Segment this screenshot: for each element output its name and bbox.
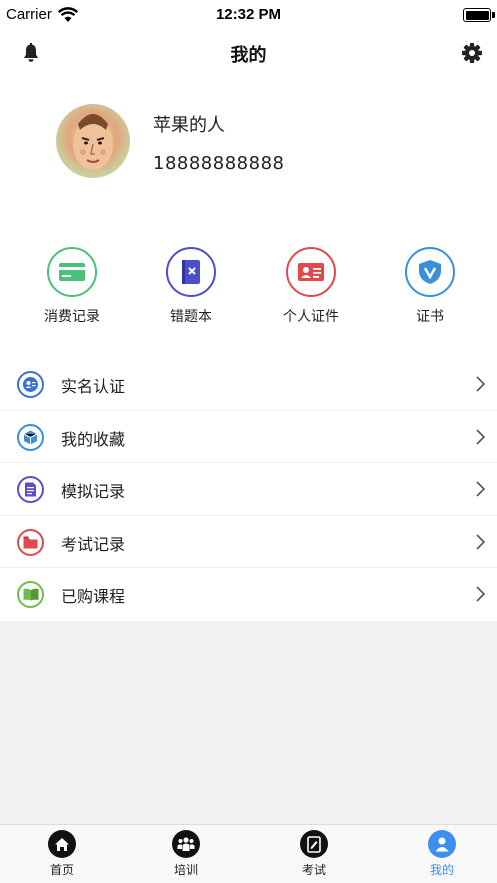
wrong-notebook-icon [166,247,216,297]
status-bar: Carrier 12:32 PM [0,0,497,30]
tab-label: 首页 [49,863,74,877]
battery-icon [463,8,491,22]
quick-action-wrong-book[interactable]: 错题本 [136,247,246,326]
tab-exam[interactable]: 考试 [252,830,376,878]
folder-icon [17,528,44,556]
menu-item-purchased-courses[interactable]: 已购课程 [0,568,497,621]
menu-item-label: 考试记录 [61,534,126,554]
quick-action-label: 个人证件 [283,309,339,325]
menu-item-favorites[interactable]: 我的收藏 [0,411,497,464]
shield-certificate-icon [405,247,455,297]
gear-icon[interactable] [461,42,483,64]
quick-action-label: 消费记录 [44,309,100,325]
training-icon [172,830,200,858]
menu-item-mock-records[interactable]: 模拟记录 [0,463,497,516]
menu-list: 实名认证 我的收藏 模拟记录 考试记录 已购课程 [0,358,497,621]
menu-item-exam-records[interactable]: 考试记录 [0,516,497,569]
payment-card-icon [47,247,97,297]
menu-item-label: 模拟记录 [61,482,126,502]
tab-home[interactable]: 首页 [0,830,124,878]
status-time: 12:32 PM [215,6,282,23]
quick-action-label: 错题本 [170,309,212,325]
tab-training[interactable]: 培训 [124,830,248,878]
quick-action-certificate[interactable]: 证书 [375,247,485,326]
nav-bar: 我的 [0,30,497,76]
battery-cap [492,12,495,18]
book-icon [17,581,44,609]
tab-mine[interactable]: 我的 [380,830,497,878]
user-phone: 18888888888 [153,153,285,174]
profile-icon [428,830,456,858]
home-icon [48,830,76,858]
tab-label: 我的 [429,863,454,877]
chevron-right-icon [476,534,485,550]
tab-label: 考试 [301,863,326,877]
avatar-face-icon [73,114,113,170]
quick-action-label: 证书 [416,309,444,325]
page-title: 我的 [230,45,267,66]
menu-item-label: 已购课程 [61,587,126,607]
avatar[interactable] [56,104,130,178]
quick-action-consumption[interactable]: 消费记录 [17,247,127,326]
chevron-right-icon [476,429,485,445]
box-icon [17,423,44,451]
menu-item-real-name[interactable]: 实名认证 [0,358,497,411]
chevron-right-icon [476,481,485,497]
user-name: 苹果的人 [153,115,225,136]
id-card-icon [286,247,336,297]
document-icon [17,476,44,504]
profile-header[interactable]: 苹果的人 18888888888 [0,76,497,221]
identity-icon [17,371,44,398]
quick-action-documents[interactable]: 个人证件 [256,247,366,326]
quick-actions: 消费记录 错题本 个人证件 证书 [0,221,497,358]
tab-label: 培训 [173,863,198,877]
chevron-right-icon [476,586,485,602]
exam-icon [300,830,328,858]
chevron-right-icon [476,376,485,392]
menu-item-label: 实名认证 [61,377,126,396]
tab-bar: 首页 培训 考试 我的 [0,824,497,883]
menu-item-label: 我的收藏 [61,429,126,449]
